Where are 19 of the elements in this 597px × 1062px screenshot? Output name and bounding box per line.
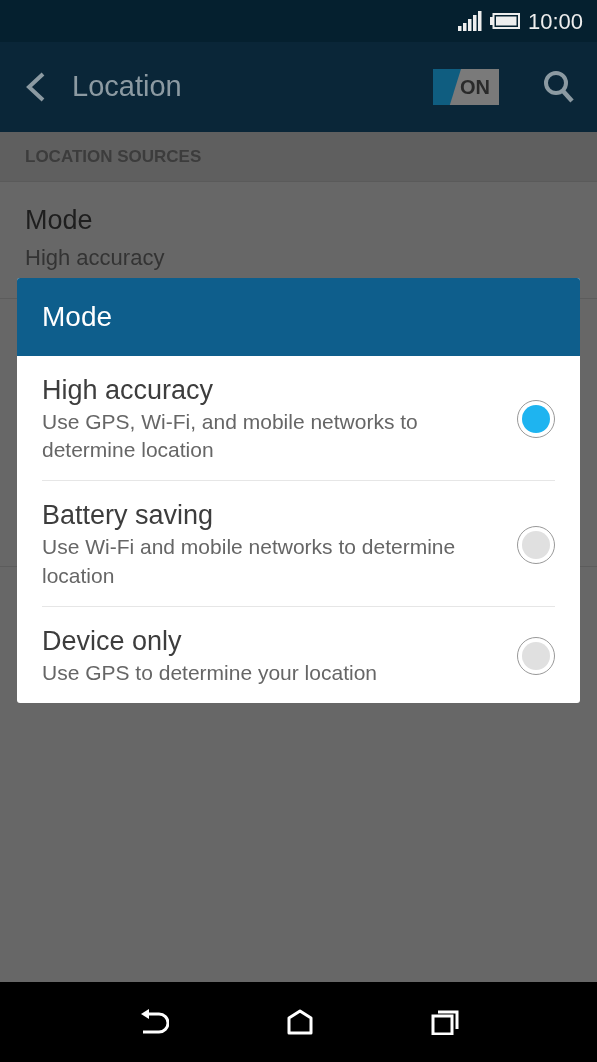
back-icon[interactable] xyxy=(24,71,46,103)
signal-icon xyxy=(457,11,482,31)
setting-title: Mode xyxy=(25,204,94,237)
option-title: Device only xyxy=(42,624,183,658)
radio-option[interactable]: High accuracy Use GPS, Wi-Fi, and mobile networks to determine location xyxy=(42,356,555,482)
clock-time: 10:00 xyxy=(527,7,583,36)
option-description: Use Wi-Fi and mobile networks to determine location xyxy=(42,534,457,589)
radio-option[interactable]: Battery saving Use Wi-Fi and mobile networks to determine location xyxy=(42,481,555,607)
battery-icon xyxy=(489,13,520,29)
dialog-title: Mode xyxy=(17,278,580,356)
screen-title: Location xyxy=(72,69,183,105)
option-title: Battery saving xyxy=(42,499,215,533)
radio-option[interactable]: Device only Use GPS to determine your location xyxy=(42,606,555,703)
search-icon[interactable] xyxy=(543,70,575,104)
home-button[interactable] xyxy=(286,1009,313,1035)
option-description: Use GPS, Wi-Fi, and mobile networks to determine location xyxy=(42,408,419,464)
option-description: Use GPS to determine your location xyxy=(42,659,377,686)
option-title: High accuracy xyxy=(42,374,215,407)
recent-apps-button[interactable] xyxy=(430,1009,459,1035)
